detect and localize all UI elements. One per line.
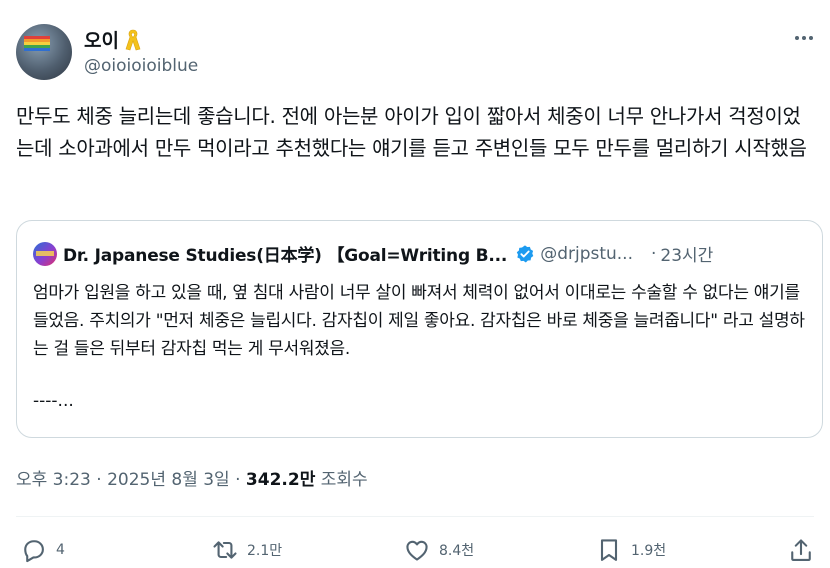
avatar-detail bbox=[24, 48, 50, 51]
more-horizontal-icon[interactable] bbox=[790, 28, 818, 48]
action-bar: 4 2.1만 8.4천 1.9천 bbox=[0, 530, 830, 568]
tweet-text: 만두도 체중 늘리는데 좋습니다. 전에 아는분 아이가 입이 짧아서 체중이 … bbox=[16, 104, 807, 160]
share-button[interactable] bbox=[787, 536, 815, 564]
author-handle[interactable]: @oioioioiblue bbox=[84, 56, 198, 76]
quoted-author-name: Dr. Japanese Studies(日本学) 【Goal=Writing … bbox=[63, 246, 508, 266]
quoted-tweet[interactable]: Dr. Japanese Studies(日本学) 【Goal=Writing … bbox=[16, 220, 823, 438]
meta-separator: · bbox=[229, 470, 246, 490]
quoted-tweet-more: ----... bbox=[33, 391, 74, 411]
quoted-author-avatar bbox=[33, 241, 57, 266]
reply-icon bbox=[24, 540, 44, 563]
avatar[interactable] bbox=[16, 24, 72, 80]
heart-icon bbox=[406, 540, 428, 561]
quoted-author-handle: @drjpstu... bbox=[540, 243, 633, 264]
yellow-ribbon-icon bbox=[123, 27, 143, 53]
quoted-tweet-header: Dr. Japanese Studies(日本学) 【Goal=Writing … bbox=[33, 241, 713, 266]
view-count-label: 조회수 bbox=[315, 470, 368, 490]
repost-button[interactable]: 2.1만 bbox=[211, 536, 282, 564]
tweet-time[interactable]: 오후 3:23 bbox=[16, 470, 91, 490]
repost-icon bbox=[213, 541, 237, 559]
like-button[interactable]: 8.4천 bbox=[403, 536, 474, 564]
author-name-row: 오이 bbox=[84, 26, 143, 53]
quoted-timestamp[interactable]: 23시간 bbox=[660, 241, 713, 266]
author-display-name[interactable]: 오이 bbox=[84, 26, 119, 53]
tweet-date[interactable]: 2025년 8월 3일 bbox=[107, 470, 230, 490]
bookmark-count: 1.9천 bbox=[631, 543, 667, 559]
bookmark-icon bbox=[600, 539, 618, 561]
verified-badge-icon bbox=[517, 244, 534, 262]
share-icon bbox=[791, 539, 811, 561]
view-count: 342.2만 bbox=[245, 470, 316, 490]
divider bbox=[16, 516, 814, 517]
like-count: 8.4천 bbox=[439, 543, 475, 559]
tweet-meta: 오후 3:23 · 2025년 8월 3일 · 342.2만 조회수 bbox=[16, 465, 368, 490]
reply-count: 4 bbox=[56, 542, 65, 558]
repost-count: 2.1만 bbox=[247, 543, 283, 559]
quoted-separator: · bbox=[651, 243, 657, 264]
quoted-tweet-text: 엄마가 입원을 하고 있을 때, 옆 침대 사람이 너무 살이 빠져서 체력이 … bbox=[33, 283, 805, 359]
reply-button[interactable]: 4 bbox=[20, 536, 65, 564]
bookmark-button[interactable]: 1.9천 bbox=[595, 536, 666, 564]
meta-separator: · bbox=[90, 470, 108, 490]
